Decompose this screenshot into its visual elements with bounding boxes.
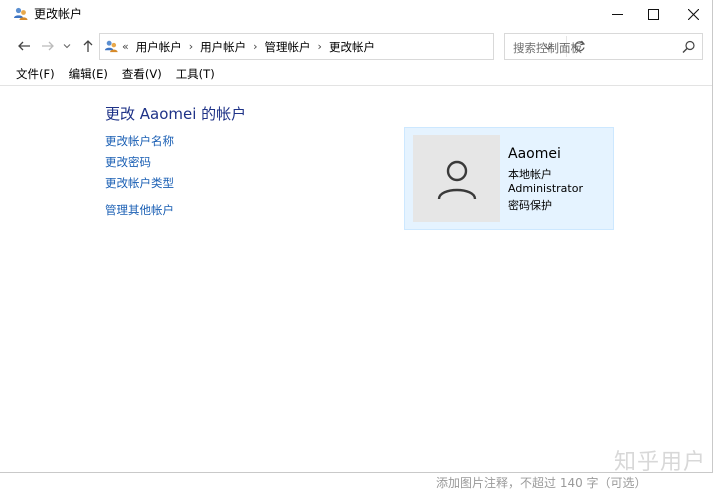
breadcrumb-separator[interactable]: › [318,40,322,53]
close-button[interactable] [674,0,712,28]
menu-view[interactable]: 查看(V) [122,66,162,82]
change-account-name-link[interactable]: 更改帐户名称 [105,133,174,149]
minimize-icon [611,13,623,15]
arrow-up-icon [83,40,93,52]
chevron-down-icon [63,44,71,49]
control-panel-window: 更改帐户 « 用户帐户 › 用户帐户 › 管理帐户 › 更改帐户 搜索控制面板 … [0,0,713,473]
search-input[interactable]: 搜索控制面板 [513,40,582,56]
close-icon [687,8,699,20]
account-name: Aaomei [508,146,561,162]
breadcrumb-separator[interactable]: › [253,40,257,53]
back-button[interactable] [14,36,34,56]
menu-file[interactable]: 文件(F) [16,66,55,82]
users-icon [14,7,28,20]
manage-other-accounts-link[interactable]: 管理其他帐户 [105,202,174,218]
window-title: 更改帐户 [34,7,83,21]
search-box[interactable]: 搜索控制面板 [504,33,703,60]
change-account-type-link[interactable]: 更改帐户类型 [105,175,174,191]
breadcrumb-separator[interactable]: › [189,40,193,53]
menu-bar: 文件(F) 编辑(E) 查看(V) 工具(T) [0,63,712,86]
arrow-right-icon [42,41,54,51]
menu-edit[interactable]: 编辑(E) [69,66,108,82]
search-icon [682,40,695,53]
breadcrumb-overflow[interactable]: « [122,40,129,53]
maximize-icon [647,8,659,20]
breadcrumb-item[interactable]: 用户帐户 [200,39,246,55]
breadcrumb-item[interactable]: 管理帐户 [265,39,311,55]
title-bar[interactable]: 更改帐户 [0,0,712,28]
menu-tools[interactable]: 工具(T) [176,66,215,82]
account-protection: 密码保护 [508,199,552,212]
main-content: 更改 Aaomei 的帐户 更改帐户名称 更改密码 更改帐户类型 管理其他帐户 … [0,86,712,472]
address-bar[interactable]: « 用户帐户 › 用户帐户 › 管理帐户 › 更改帐户 [99,33,585,60]
page-title: 更改 Aaomei 的帐户 [105,105,247,123]
up-button[interactable] [78,36,98,56]
change-password-link[interactable]: 更改密码 [105,154,151,170]
breadcrumb-item[interactable]: 用户帐户 [136,39,182,55]
recent-locations-button[interactable] [60,36,74,56]
user-icon [437,160,476,199]
account-card: Aaomei 本地帐户 Administrator 密码保护 [404,127,614,230]
minimize-button[interactable] [598,0,636,28]
users-icon [104,40,118,53]
account-role: Administrator [508,182,583,195]
maximize-button[interactable] [634,0,672,28]
forward-button[interactable] [38,36,58,56]
account-type: 本地帐户 [508,168,552,181]
address-toolbar: « 用户帐户 › 用户帐户 › 管理帐户 › 更改帐户 搜索控制面板 [0,30,712,62]
avatar [413,135,500,222]
watermark: 知乎用户 [614,450,707,475]
breadcrumb-item[interactable]: 更改帐户 [329,39,375,55]
breadcrumb: « 用户帐户 › 用户帐户 › 管理帐户 › 更改帐户 [121,34,375,59]
arrow-left-icon [18,41,30,51]
